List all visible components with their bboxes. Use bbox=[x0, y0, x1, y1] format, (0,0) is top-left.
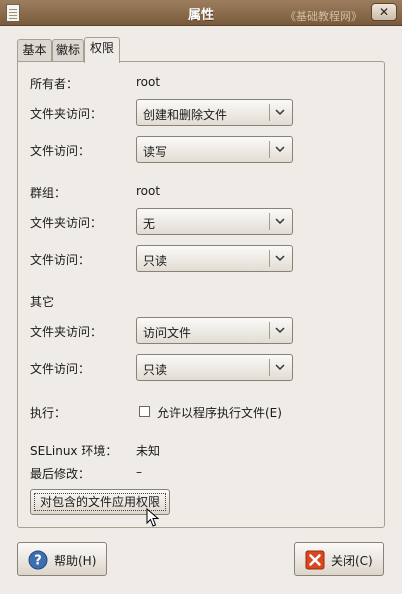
group-folder-access-value: 无 bbox=[143, 217, 156, 231]
tab-emblems[interactable]: 徽标 bbox=[52, 39, 84, 62]
owner-folder-access-value: 创建和删除文件 bbox=[143, 108, 228, 122]
owner-value: root bbox=[136, 75, 161, 89]
group-file-access-label: 文件访问： bbox=[30, 253, 91, 267]
others-file-access-select[interactable]: 只读 bbox=[136, 354, 293, 381]
others-folder-access-select[interactable]: 访问文件 bbox=[136, 317, 293, 344]
selinux-label: SELinux 环境： bbox=[30, 444, 118, 458]
owner-folder-access-label: 文件夹访问： bbox=[30, 107, 103, 121]
owner-folder-access-select[interactable]: 创建和删除文件 bbox=[136, 99, 293, 126]
others-file-access-label: 文件访问： bbox=[30, 362, 91, 376]
close-icon bbox=[305, 550, 325, 570]
svg-text:?: ? bbox=[34, 554, 42, 569]
title-bar: 属性 《基础教程网》 ✕ bbox=[0, 0, 402, 26]
last-modified-value: – bbox=[136, 465, 142, 479]
close-button-label: 关闭(C) bbox=[331, 554, 373, 568]
chevron-down-icon bbox=[275, 218, 285, 225]
chevron-down-icon bbox=[275, 327, 285, 334]
group-value: root bbox=[136, 184, 161, 198]
owner-file-access-label: 文件访问： bbox=[30, 144, 91, 158]
others-section-label: 其它 bbox=[30, 295, 55, 309]
close-button[interactable]: 关闭(C) bbox=[294, 542, 384, 576]
help-button[interactable]: ? 帮助(H) bbox=[17, 542, 107, 576]
window-close-button[interactable]: ✕ bbox=[371, 3, 397, 21]
help-icon: ? bbox=[28, 550, 48, 570]
group-file-access-value: 只读 bbox=[143, 254, 168, 268]
selinux-value: 未知 bbox=[136, 444, 161, 458]
group-folder-access-select[interactable]: 无 bbox=[136, 208, 293, 235]
group-file-access-select[interactable]: 只读 bbox=[136, 245, 293, 272]
execute-checkbox[interactable] bbox=[139, 406, 150, 417]
last-modified-label: 最后修改： bbox=[30, 467, 91, 481]
tab-permissions[interactable]: 权限 bbox=[84, 37, 120, 63]
mouse-cursor-icon bbox=[146, 508, 160, 527]
others-folder-access-value: 访问文件 bbox=[143, 326, 192, 340]
others-folder-access-label: 文件夹访问： bbox=[30, 325, 103, 339]
chevron-down-icon bbox=[275, 146, 285, 153]
close-icon: ✕ bbox=[378, 5, 390, 19]
watermark-text: 《基础教程网》 bbox=[285, 10, 362, 23]
group-label: 群组： bbox=[30, 186, 67, 200]
tab-basic[interactable]: 基本 bbox=[17, 39, 52, 62]
owner-file-access-value: 读写 bbox=[143, 145, 168, 159]
chevron-down-icon bbox=[275, 364, 285, 371]
execute-label: 执行： bbox=[30, 406, 67, 420]
owner-file-access-select[interactable]: 读写 bbox=[136, 136, 293, 163]
group-folder-access-label: 文件夹访问： bbox=[30, 216, 103, 230]
owner-label: 所有者： bbox=[30, 77, 79, 91]
others-file-access-value: 只读 bbox=[143, 363, 168, 377]
execute-checkbox-label[interactable]: 允许以程序执行文件(E) bbox=[157, 404, 282, 421]
chevron-down-icon bbox=[275, 109, 285, 116]
help-button-label: 帮助(H) bbox=[54, 554, 97, 568]
chevron-down-icon bbox=[275, 255, 285, 262]
